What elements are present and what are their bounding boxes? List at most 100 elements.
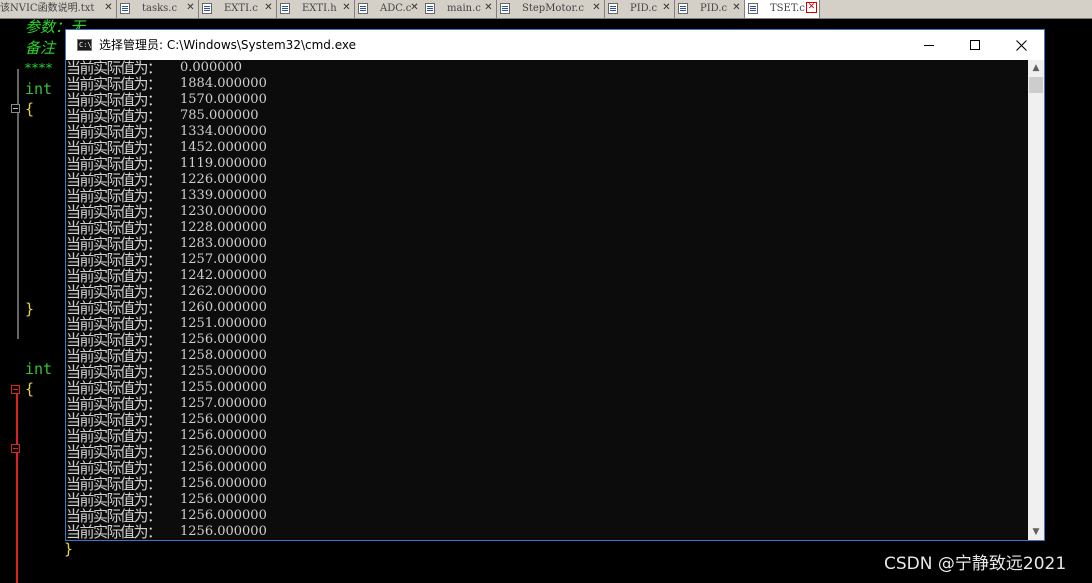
console-line: 当前实际值为： 1230.000000	[66, 203, 1028, 221]
console-line-value: 785.000000	[180, 108, 259, 123]
file-icon	[608, 3, 618, 14]
console-line-value: 1256.000000	[180, 332, 267, 347]
file-icon	[358, 3, 368, 14]
file-icon	[748, 3, 758, 14]
file-icon	[120, 3, 130, 14]
console-line-value: 1242.000000	[180, 268, 267, 283]
console-line: 当前实际值为： 1256.000000	[66, 443, 1028, 461]
tab-close-icon[interactable]: ✕	[103, 2, 114, 13]
editor-tab[interactable]: EXTI.h ✕	[277, 0, 355, 18]
fold-marker-red[interactable]	[11, 444, 20, 453]
console-line: 当前实际值为： 1256.000000	[66, 523, 1028, 540]
console-line-value: 1255.000000	[180, 380, 267, 395]
console-line-value: 1262.000000	[180, 284, 267, 299]
file-icon	[500, 3, 510, 14]
console-line: 当前实际值为： 1228.000000	[66, 219, 1028, 237]
fold-marker[interactable]	[11, 104, 20, 113]
tab-close-icon[interactable]: ✕	[806, 2, 817, 13]
console-line-value: 1283.000000	[180, 236, 267, 251]
console-line-value: 1226.000000	[180, 172, 267, 187]
console-line-value: 1258.000000	[180, 348, 267, 363]
editor-tab[interactable]: PID.c ✕	[675, 0, 745, 18]
editor-tab-label: EXTI.h	[302, 3, 337, 14]
console-line: 当前实际值为： 1256.000000	[66, 331, 1028, 349]
code-comment: 备注	[25, 39, 56, 57]
code-keyword: int	[25, 80, 53, 98]
tab-close-icon[interactable]: ✕	[185, 2, 196, 13]
code-stars: ****	[25, 61, 53, 75]
editor-tab-label: main.c	[447, 3, 481, 14]
fold-line-red	[16, 394, 18, 444]
maximize-button[interactable]	[952, 30, 998, 60]
console-line: 当前实际值为： 1283.000000	[66, 235, 1028, 253]
console-line-value: 1257.000000	[180, 396, 267, 411]
cmd-icon[interactable]: C:\	[77, 39, 92, 51]
close-icon	[1016, 40, 1027, 51]
fold-line-red	[16, 453, 18, 583]
editor-tab[interactable]: tasks.c ✕	[117, 0, 199, 18]
code-brace: {	[25, 380, 35, 398]
tab-close-icon[interactable]: ✕	[483, 2, 494, 13]
vertical-scrollbar[interactable]: ▲ ▼	[1028, 60, 1044, 540]
file-icon	[202, 3, 212, 14]
console-line-value: 1251.000000	[180, 316, 267, 331]
tab-close-icon[interactable]: ✕	[409, 2, 420, 13]
tab-close-icon[interactable]: ✕	[591, 2, 602, 13]
console-line: 当前实际值为： 785.000000	[66, 107, 1028, 125]
console-line: 当前实际值为： 1256.000000	[66, 411, 1028, 429]
console-line-value: 1334.000000	[180, 124, 267, 139]
editor-tab-label: PID.c	[630, 3, 658, 14]
editor-tab[interactable]: EXTI.c ✕	[199, 0, 277, 18]
cmd-window[interactable]: C:\ 选择管理员: C:\Windows\System32\cmd.exe 当…	[65, 29, 1045, 541]
console-output[interactable]: 当前实际值为： 0.000000 当前实际值为： 1884.000000 当前实际值为：…	[66, 60, 1028, 540]
close-button[interactable]	[998, 30, 1044, 60]
console-line-value: 1228.000000	[180, 220, 267, 235]
file-icon	[425, 3, 435, 14]
minimize-button[interactable]	[906, 30, 952, 60]
fold-marker-red[interactable]	[11, 385, 20, 394]
code-brace: }	[25, 300, 35, 318]
editor-tab[interactable]: TSET.c ✕	[745, 0, 820, 18]
console-line: 当前实际值为： 1256.000000	[66, 475, 1028, 493]
tab-close-icon[interactable]: ✕	[731, 2, 742, 13]
console-line-value: 1339.000000	[180, 188, 267, 203]
console-line-value: 1570.000000	[180, 92, 267, 107]
watermark: CSDN @宁静致远2021	[884, 554, 1067, 574]
console-line-value: 1256.000000	[180, 460, 267, 475]
console-line: 当前实际值为： 1260.000000	[66, 299, 1028, 317]
editor-tab-label: tasks.c	[142, 3, 178, 14]
scroll-down-arrow-icon[interactable]: ▼	[1028, 524, 1044, 540]
editor-tab[interactable]: 该NVIC函数说明.txt ✕	[0, 0, 117, 18]
console-line: 当前实际值为： 1256.000000	[66, 427, 1028, 445]
console-line: 当前实际值为： 1334.000000	[66, 123, 1028, 141]
console-line-value: 1256.000000	[180, 524, 267, 539]
console-line-value: 1260.000000	[180, 300, 267, 315]
console-line-value: 1255.000000	[180, 364, 267, 379]
console-line: 当前实际值为： 1570.000000	[66, 91, 1028, 109]
console-line-value: 1256.000000	[180, 476, 267, 491]
console-line: 当前实际值为： 1339.000000	[66, 187, 1028, 205]
editor-tab-label: TSET.c	[770, 3, 805, 14]
window-title: 选择管理员: C:\Windows\System32\cmd.exe	[99, 38, 356, 52]
console-line-value: 0.000000	[180, 60, 243, 75]
scroll-up-arrow-icon[interactable]: ▲	[1028, 60, 1044, 76]
console-line-value: 1256.000000	[180, 412, 267, 427]
editor-tab[interactable]: PID.c ✕	[605, 0, 675, 18]
editor-tab[interactable]: ADC.c ✕	[355, 0, 423, 18]
scrollbar-thumb[interactable]	[1029, 77, 1043, 93]
tab-close-icon[interactable]: ✕	[263, 2, 274, 13]
file-icon	[678, 3, 688, 14]
editor-tab[interactable]: main.c ✕	[422, 0, 497, 18]
console-line: 当前实际值为： 1256.000000	[66, 507, 1028, 525]
console-line: 当前实际值为： 1251.000000	[66, 315, 1028, 333]
editor-tab-label: EXTI.c	[224, 3, 258, 14]
editor-tab-strip: 该NVIC函数说明.txt ✕ tasks.c ✕ EXTI.c ✕ EXTI.h ✕ ADC.…	[0, 0, 1092, 19]
editor-tab-label: ADC.c	[380, 3, 412, 14]
editor-tab[interactable]: StepMotor.c ✕	[497, 0, 605, 18]
tab-close-icon[interactable]: ✕	[341, 2, 352, 13]
console-line: 当前实际值为： 1262.000000	[66, 283, 1028, 301]
tab-close-icon[interactable]: ✕	[661, 2, 672, 13]
console-line: 当前实际值为： 1452.000000	[66, 139, 1028, 157]
console-line-value: 1884.000000	[180, 76, 267, 91]
cmd-titlebar[interactable]: C:\ 选择管理员: C:\Windows\System32\cmd.exe	[66, 30, 1044, 60]
